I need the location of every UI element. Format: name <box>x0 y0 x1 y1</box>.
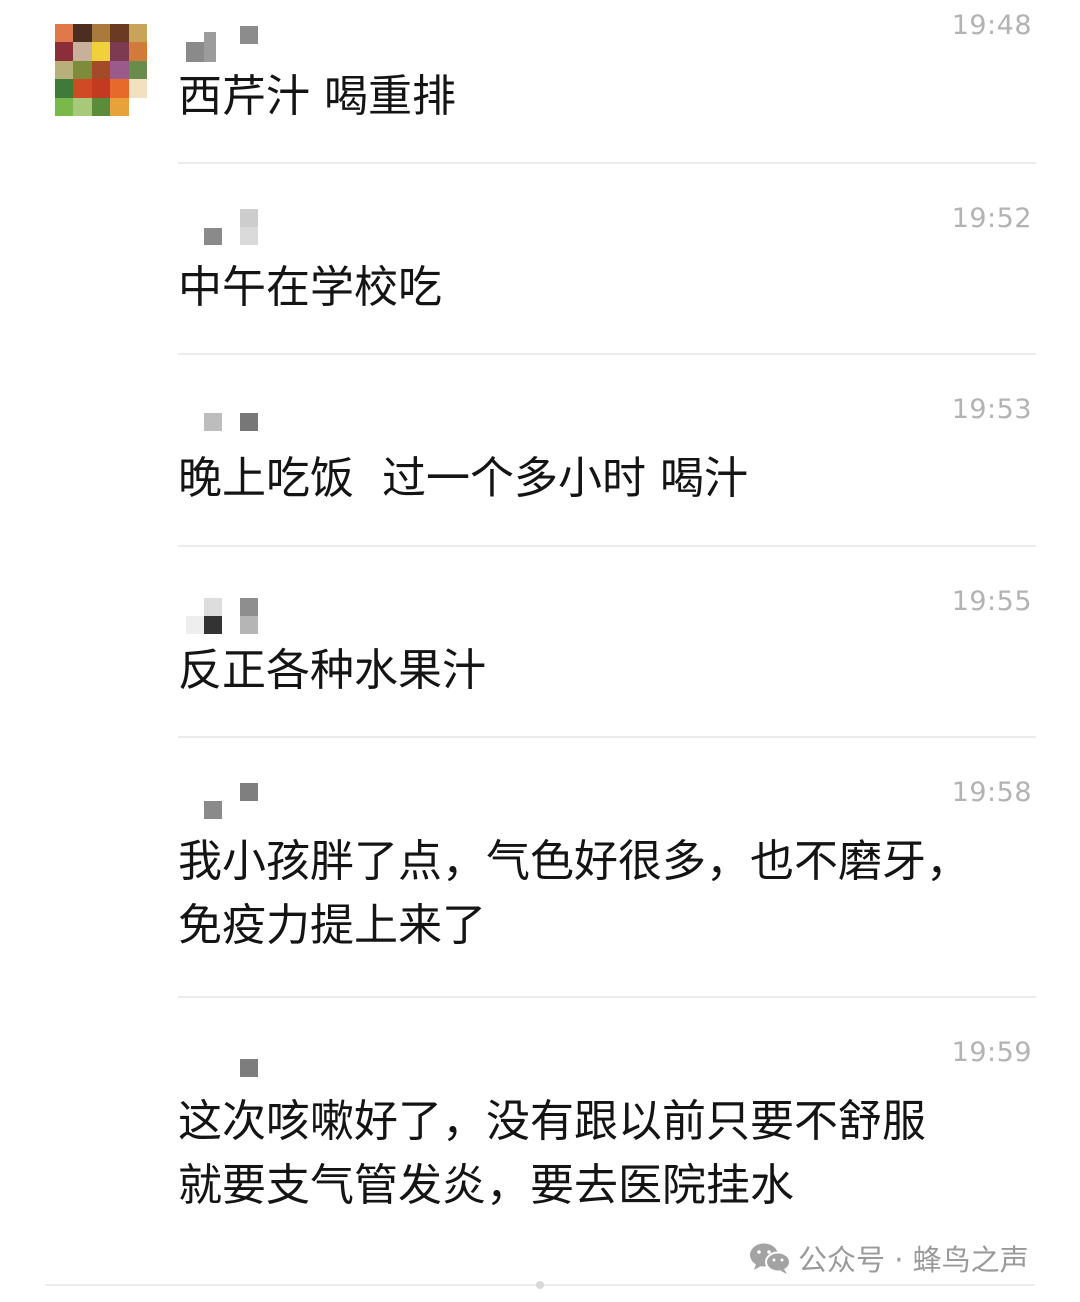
sender-name-mosaic <box>178 209 268 253</box>
sender-name-mosaic <box>178 596 268 640</box>
message-text: 反正各种水果汁 <box>178 645 486 696</box>
watermark-text: 公众号 · 蜂鸟之声 <box>798 1243 1029 1277</box>
sender-name-mosaic <box>178 1051 268 1095</box>
wechat-logo-icon <box>750 1243 791 1274</box>
divider <box>178 736 1036 738</box>
watermark: 公众号 · 蜂鸟之声 <box>748 1236 1029 1280</box>
message-text: 这次咳嗽好了，没有跟以前只要不舒服 就要支气管发炎，要去医院挂水 <box>178 1096 926 1211</box>
message-text: 晚上吃饭 过一个多小时 喝汁 <box>178 453 748 504</box>
message-time: 19:55 <box>951 586 1032 617</box>
divider <box>178 545 1036 547</box>
message-text: 中午在学校吃 <box>178 262 442 313</box>
message-time: 19:52 <box>951 203 1032 234</box>
divider <box>178 353 1036 355</box>
chat-record-page: 19:48 西芹汁 喝重排 19:52 中午在学校吃 19:53 晚上吃饭 过一… <box>0 0 1080 1302</box>
message-text: 我小孩胖了点，气色好很多，也不磨牙， 免疫力提上来了 <box>178 836 970 951</box>
page-indicator-dot <box>536 1281 544 1289</box>
message-time: 19:53 <box>951 394 1032 425</box>
sender-name-mosaic <box>178 22 268 66</box>
message-text: 西芹汁 喝重排 <box>178 71 456 122</box>
avatar[interactable] <box>55 24 147 116</box>
sender-name-mosaic <box>178 781 268 825</box>
divider <box>178 162 1036 164</box>
message-time: 19:59 <box>951 1037 1032 1068</box>
divider <box>178 996 1036 998</box>
message-time: 19:48 <box>951 10 1032 41</box>
message-time: 19:58 <box>951 777 1032 808</box>
